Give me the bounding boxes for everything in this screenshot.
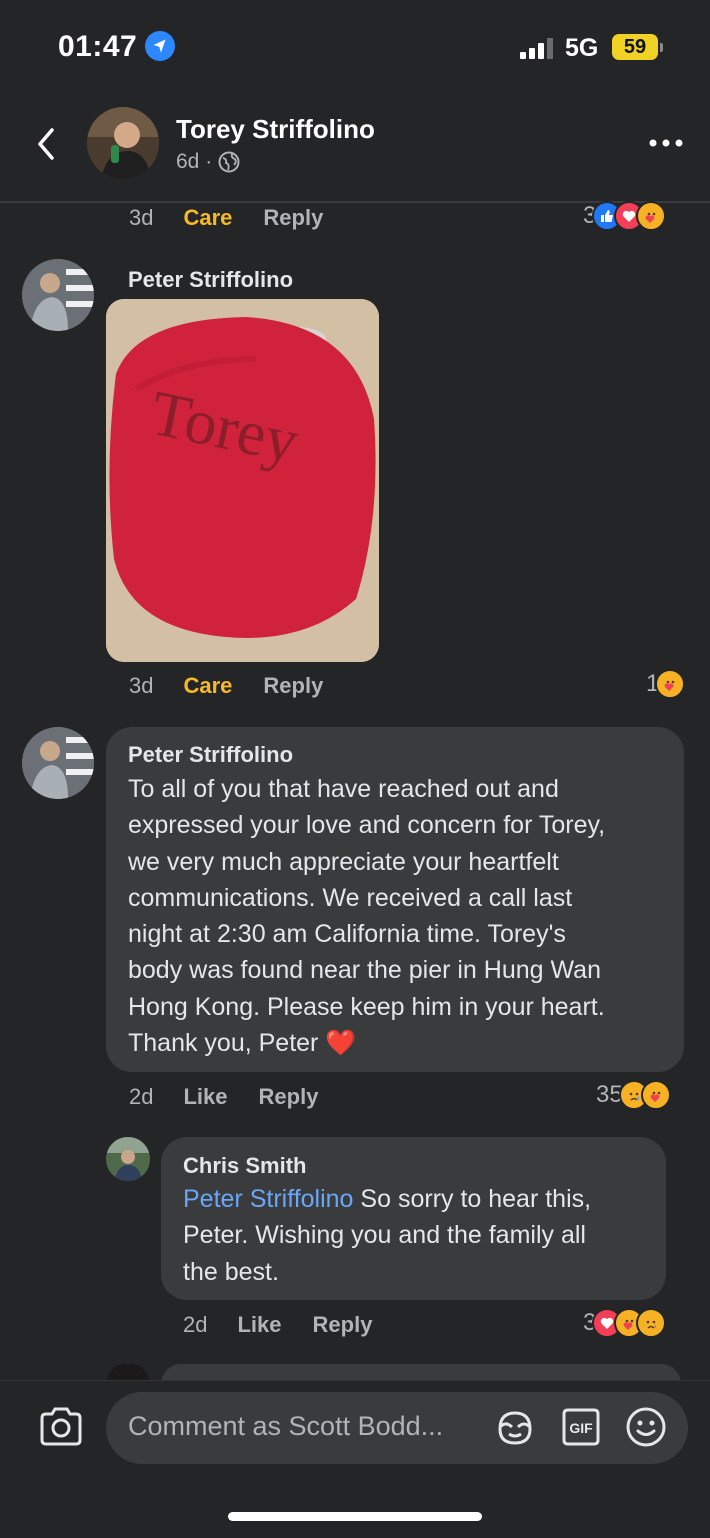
comment-author[interactable]: Peter Striffolino [128, 742, 293, 768]
comment-photo[interactable]: Torey [106, 299, 379, 662]
commenter-avatar[interactable] [22, 259, 94, 331]
heart-emoji: ❤️ [325, 1029, 357, 1058]
reply-button[interactable]: Reply [259, 1084, 319, 1110]
home-indicator [228, 1512, 482, 1521]
like-button[interactable]: Like [183, 1084, 227, 1110]
reply-button[interactable]: Reply [263, 205, 323, 231]
location-arrow-icon [145, 31, 175, 61]
network-type: 5G [565, 34, 599, 62]
mention-link[interactable]: Peter Striffolino [183, 1185, 353, 1213]
comment-author[interactable]: Peter Striffolino [128, 267, 293, 293]
back-arrow-icon[interactable] [30, 124, 70, 164]
gif-label: GIF [569, 1420, 593, 1436]
reactions-summary[interactable]: 1 [646, 669, 686, 699]
comment-time: 2d [183, 1312, 208, 1337]
comment-line: So sorry to hear this, [353, 1185, 592, 1213]
profile-avatar[interactable] [87, 107, 159, 179]
care-reaction-icon [636, 201, 667, 231]
profile-name[interactable]: Torey Striffolino [176, 114, 375, 145]
battery-tip [660, 43, 663, 52]
reply-button[interactable]: Reply [263, 673, 323, 699]
post-meta: 6d · [176, 150, 240, 174]
reactions-summary[interactable]: 35 [596, 1080, 671, 1110]
comment-actions: 2d Like Reply [183, 1312, 372, 1338]
comment-line-last: Thank you, Peter ❤️ [128, 1025, 676, 1061]
like-button[interactable]: Like [237, 1312, 281, 1338]
cellular-signal-icon [520, 37, 553, 59]
avatar-sticker-icon[interactable] [494, 1407, 536, 1449]
globe-icon [218, 151, 240, 173]
comment-line: the best. [183, 1257, 279, 1286]
commenter-avatar[interactable] [106, 1137, 150, 1181]
gif-icon[interactable]: GIF [560, 1406, 602, 1448]
comment-line: we very much appreciate your heartfelt [128, 847, 559, 876]
comment-line: communications. We received a call last [128, 883, 573, 912]
status-time: 01:47 [58, 30, 138, 63]
comment-input-placeholder[interactable]: Comment as Scott Bodd... [128, 1411, 443, 1442]
care-reaction-icon [640, 1080, 671, 1110]
comment-text: Peter Striffolino So sorry to hear this,… [183, 1181, 661, 1290]
comment-time: 3d [129, 205, 154, 230]
comment-author[interactable]: Chris Smith [183, 1153, 306, 1179]
comment-line: Hong Kong. Please keep him in your heart… [128, 992, 605, 1021]
comment-time: 2d [129, 1084, 154, 1109]
reply-button[interactable]: Reply [313, 1312, 373, 1338]
care-reaction-icon [655, 669, 686, 699]
sad-reaction-icon [636, 1308, 667, 1338]
comment-line: To all of you that have reached out and [128, 775, 559, 803]
comment-line: body was found near the pier in Hung Wan [128, 956, 601, 985]
comment-time: 3d [129, 673, 154, 698]
comment-line: expressed your love and concern for Tore… [128, 811, 606, 840]
camera-icon[interactable] [38, 1406, 84, 1448]
post-age: 6d · [176, 150, 213, 173]
comment-actions: 3d Care Reply [129, 205, 323, 231]
comment-text: To all of you that have reached out and … [128, 771, 676, 1061]
comment-line: Peter. Wishing you and the family all [183, 1221, 586, 1250]
comment-actions: 3d Care Reply [129, 673, 323, 699]
comment-actions: 2d Like Reply [129, 1084, 318, 1110]
comment-line: night at 2:30 am California time. Torey'… [128, 920, 566, 949]
commenter-avatar[interactable] [22, 727, 94, 799]
care-reaction-button[interactable]: Care [183, 673, 232, 699]
reactions-summary[interactable]: 3 [583, 1308, 667, 1338]
more-options-icon[interactable] [648, 134, 684, 152]
reactions-summary[interactable]: 3 [583, 201, 667, 231]
care-reaction-button[interactable]: Care [183, 205, 232, 231]
battery-indicator: 59 [612, 34, 658, 60]
comment-line: Thank you, Peter [128, 1029, 319, 1058]
emoji-icon[interactable] [625, 1406, 667, 1448]
